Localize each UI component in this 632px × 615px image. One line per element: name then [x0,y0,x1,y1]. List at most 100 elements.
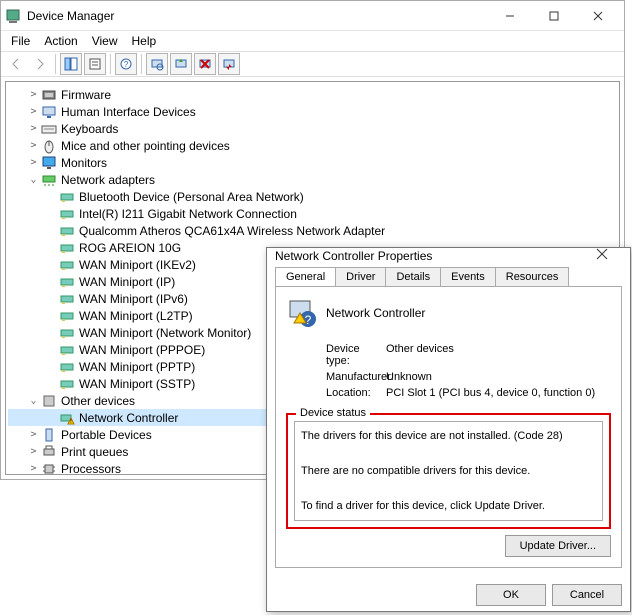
tab-driver[interactable]: Driver [335,267,386,286]
tree-item-label: Human Interface Devices [61,105,196,119]
uninstall-button[interactable] [194,53,216,75]
netcard-icon [59,308,75,324]
tab-panel-general: ? Network Controller Device type:Other d… [275,286,622,568]
chevron-right-icon[interactable]: > [26,463,41,474]
toolbar: ? [1,51,624,77]
chevron-right-icon[interactable]: > [26,89,41,100]
tree-item-label: Other devices [61,394,135,408]
menubar: File Action View Help [1,31,624,51]
device-type-value: Other devices [386,343,611,367]
status-line-2: There are no compatible drivers for this… [301,463,596,481]
netcard-icon [59,189,75,205]
help-button[interactable]: ? [115,53,137,75]
chevron-down-icon[interactable]: ⌄ [26,174,41,185]
status-line-3: To find a driver for this device, click … [301,498,596,516]
forward-button[interactable] [29,53,51,75]
chevron-right-icon[interactable]: > [26,446,41,457]
netcard-icon [59,206,75,222]
netcard-icon [59,325,75,341]
netcard-icon [59,342,75,358]
tab-resources[interactable]: Resources [495,267,570,286]
show-hide-console-button[interactable] [60,53,82,75]
chevron-right-icon[interactable]: > [26,123,41,134]
menu-action[interactable]: Action [38,32,83,50]
tree-item-label: WAN Miniport (PPPOE) [79,343,205,357]
device-status-text[interactable]: The drivers for this device are not inst… [294,421,603,521]
menu-view[interactable]: View [86,32,124,50]
netcard-icon [59,291,75,307]
tree-item-label: WAN Miniport (IKEv2) [79,258,196,272]
update-driver-button[interactable]: Update Driver... [505,535,611,557]
tree-item-label: Network Controller [79,411,178,425]
close-button[interactable] [576,2,620,30]
cpu-icon [41,461,57,476]
netcard-icon [59,223,75,239]
disable-button[interactable] [218,53,240,75]
tree-item[interactable]: >Firmware [8,86,617,103]
tree-item-label: Keyboards [61,122,118,136]
monitor-icon [41,155,57,171]
tree-item[interactable]: > Keyboards [8,120,617,137]
svg-text:?: ? [305,313,312,327]
firmware-icon [41,87,57,103]
back-button[interactable] [5,53,27,75]
tree-item-label: Print queues [61,445,128,459]
svg-text:?: ? [124,60,129,69]
chevron-down-icon[interactable]: ⌄ [26,395,41,406]
ok-button[interactable]: OK [476,584,546,606]
menu-file[interactable]: File [5,32,36,50]
chevron-right-icon[interactable]: > [26,140,41,151]
properties-dialog: Network Controller Properties General Dr… [266,247,631,612]
tree-item[interactable]: >Monitors [8,154,617,171]
dialog-footer: OK Cancel [267,576,630,614]
chevron-right-icon[interactable]: > [26,429,41,440]
separator [141,54,142,74]
tree-item[interactable]: Intel(R) I211 Gigabit Network Connection [8,205,617,222]
tab-general[interactable]: General [275,267,336,286]
tree-item-label: WAN Miniport (L2TP) [79,309,193,323]
tree-item-label: Bluetooth Device (Personal Area Network) [79,190,304,204]
minimize-button[interactable] [488,2,532,30]
status-line-1: The drivers for this device are not inst… [301,428,596,446]
device-warning-icon: ? [286,297,318,329]
location-label: Location: [286,387,386,399]
tree-item-label: Intel(R) I211 Gigabit Network Connection [79,207,297,221]
manufacturer-label: Manufacturer: [286,371,386,383]
tab-strip: General Driver Details Events Resources [267,263,630,286]
tree-item[interactable]: > Human Interface Devices [8,103,617,120]
chevron-right-icon[interactable]: > [26,157,41,168]
keyboard-icon [41,121,57,137]
titlebar: Device Manager [1,1,624,31]
device-header: ? Network Controller [286,297,611,329]
maximize-button[interactable] [532,2,576,30]
chevron-right-icon[interactable]: > [26,106,41,117]
properties-button[interactable] [84,53,106,75]
network-icon [41,172,57,188]
tree-item[interactable]: > Mice and other pointing devices [8,137,617,154]
tree-item-label: Mice and other pointing devices [61,139,230,153]
mouse-icon [41,138,57,154]
portable-icon [41,427,57,443]
tab-details[interactable]: Details [385,267,441,286]
dialog-close-button[interactable] [582,248,622,263]
tree-item-label: WAN Miniport (PPTP) [79,360,195,374]
tree-item[interactable]: ⌄ Network adapters [8,171,617,188]
separator [55,54,56,74]
tree-item-label: Processors [61,462,121,476]
netcard-icon [59,257,75,273]
netcard-icon [59,359,75,375]
cancel-button[interactable]: Cancel [552,584,622,606]
menu-help[interactable]: Help [126,32,163,50]
tree-item-label: WAN Miniport (IPv6) [79,292,188,306]
dialog-titlebar: Network Controller Properties [267,248,630,263]
device-name: Network Controller [326,306,425,320]
tree-item-label: Network adapters [61,173,155,187]
scan-hardware-button[interactable] [146,53,168,75]
tree-item-label: ROG AREION 10G [79,241,181,255]
netcard-icon [59,274,75,290]
tree-item[interactable]: Bluetooth Device (Personal Area Network) [8,188,617,205]
tree-item[interactable]: Qualcomm Atheros QCA61x4A Wireless Netwo… [8,222,617,239]
window-title: Device Manager [27,9,488,23]
tab-events[interactable]: Events [440,267,496,286]
update-driver-button[interactable] [170,53,192,75]
